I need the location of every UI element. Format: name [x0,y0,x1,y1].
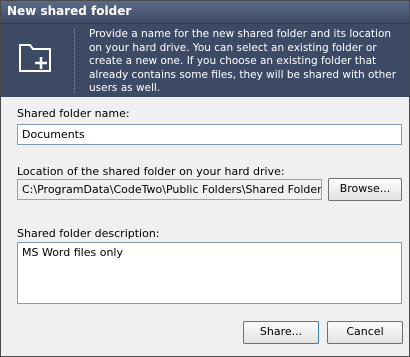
dialog-title: New shared folder [7,4,132,18]
location-field[interactable]: C:\ProgramData\CodeTwo\Public Folders\Sh… [17,179,322,200]
browse-button[interactable]: Browse... [328,178,402,201]
location-label: Location of the shared folder on your ha… [17,165,285,178]
banner-description: Provide a name for the new shared folder… [89,28,397,94]
info-banner: Provide a name for the new shared folder… [1,24,409,97]
title-bar[interactable]: New shared folder [1,1,409,24]
description-label: Shared folder description: [17,227,160,240]
new-shared-folder-dialog: New shared folder Provide a name for the… [0,0,410,357]
folder-name-label: Shared folder name: [17,107,130,120]
folder-name-input[interactable]: Documents [17,124,402,145]
description-textarea[interactable]: MS Word files only [17,242,402,304]
folder-add-icon [11,34,59,82]
share-button[interactable]: Share... [243,321,319,344]
cancel-button[interactable]: Cancel [327,321,403,344]
banner-divider [74,28,75,93]
